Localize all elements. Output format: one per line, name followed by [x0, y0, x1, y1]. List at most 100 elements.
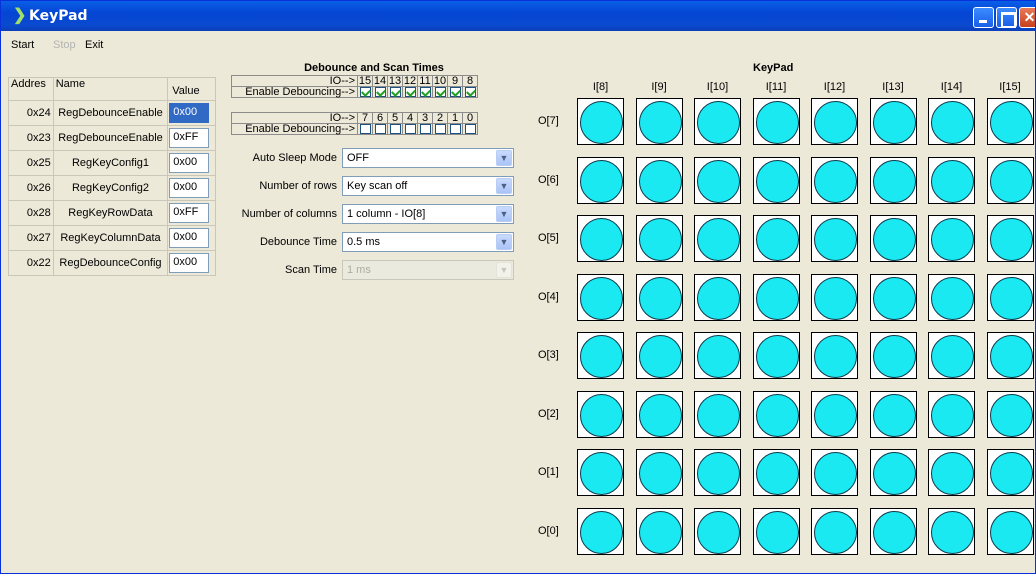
- row-value-field[interactable]: 0x00: [169, 153, 210, 173]
- keypad-key-button[interactable]: [986, 215, 1034, 262]
- keypad-key-button[interactable]: [869, 156, 917, 204]
- table-row[interactable]: 0x24 RegDebounceEnable 0x00: [8, 100, 216, 126]
- keypad-key-button[interactable]: [752, 273, 800, 321]
- debounce-enable-checkbox-io-6[interactable]: [374, 124, 386, 134]
- keypad-key-button[interactable]: [869, 215, 917, 262]
- keypad-key-button[interactable]: [577, 449, 624, 496]
- keypad-key-button[interactable]: [635, 332, 683, 379]
- keypad-key-button[interactable]: [635, 98, 683, 145]
- debounce-enable-checkbox-io-0[interactable]: [464, 124, 476, 134]
- keypad-key-button[interactable]: [928, 156, 975, 204]
- chevron-down-icon[interactable]: ▼: [496, 234, 512, 250]
- keypad-key-button[interactable]: [694, 273, 741, 321]
- table-row[interactable]: 0x27 RegKeyColumnData 0x00: [8, 225, 216, 251]
- keypad-key-button[interactable]: [577, 332, 624, 379]
- row-value-field[interactable]: 0x00: [169, 178, 210, 198]
- keypad-key-button[interactable]: [752, 507, 800, 555]
- keypad-key-button[interactable]: [752, 215, 800, 262]
- keypad-key-button[interactable]: [869, 273, 917, 321]
- chevron-down-icon[interactable]: ▼: [496, 150, 512, 166]
- keypad-key-button[interactable]: [811, 215, 858, 262]
- close-button[interactable]: ✕: [1019, 7, 1035, 28]
- row-value-field[interactable]: 0x00: [169, 228, 210, 248]
- keypad-key-button[interactable]: [811, 390, 858, 438]
- keypad-key-button[interactable]: [811, 332, 858, 379]
- keypad-key-button[interactable]: [635, 156, 683, 204]
- keypad-key-button[interactable]: [811, 449, 858, 496]
- table-row[interactable]: 0x25 RegKeyConfig1 0x00: [8, 150, 216, 176]
- debounce-enable-checkbox-io-3[interactable]: [419, 124, 431, 134]
- keypad-key-button[interactable]: [928, 332, 975, 379]
- debounce-enable-checkbox-io-1[interactable]: [449, 124, 461, 134]
- row-value-field[interactable]: 0x00: [169, 253, 210, 273]
- row-value-field[interactable]: 0x00: [169, 103, 210, 123]
- table-row[interactable]: 0x23 RegDebounceEnable 0xFF: [8, 125, 216, 151]
- menu-exit[interactable]: Exit: [85, 39, 103, 51]
- debounce-enable-checkbox-io-12[interactable]: [404, 87, 416, 97]
- keypad-key-button[interactable]: [869, 98, 917, 145]
- keypad-key-button[interactable]: [577, 98, 624, 145]
- debounce-enable-checkbox-io-2[interactable]: [434, 124, 446, 134]
- chevron-down-icon[interactable]: ▼: [496, 178, 512, 194]
- keypad-key-button[interactable]: [928, 507, 975, 555]
- chevron-down-icon[interactable]: ▼: [496, 206, 512, 222]
- debounce-enable-checkbox-io-10[interactable]: [434, 87, 446, 97]
- debounce-enable-checkbox-io-5[interactable]: [389, 124, 401, 134]
- auto-sleep-select[interactable]: OFF ▼: [342, 148, 514, 168]
- maximize-button[interactable]: [996, 7, 1017, 28]
- keypad-key-button[interactable]: [577, 215, 624, 262]
- keypad-key-button[interactable]: [635, 273, 683, 321]
- keypad-key-button[interactable]: [635, 507, 683, 555]
- keypad-key-button[interactable]: [869, 332, 917, 379]
- keypad-key-button[interactable]: [811, 273, 858, 321]
- row-value-field[interactable]: 0xFF: [169, 128, 210, 148]
- keypad-key-button[interactable]: [928, 273, 975, 321]
- menu-start[interactable]: Start: [11, 39, 34, 51]
- debounce-enable-checkbox-io-11[interactable]: [419, 87, 431, 97]
- debounce-enable-checkbox-io-15[interactable]: [359, 87, 371, 97]
- keypad-key-button[interactable]: [694, 98, 741, 145]
- keypad-key-button[interactable]: [577, 390, 624, 438]
- keypad-key-button[interactable]: [752, 390, 800, 438]
- row-value-field[interactable]: 0xFF: [169, 203, 210, 223]
- keypad-key-button[interactable]: [694, 215, 741, 262]
- debounce-enable-checkbox-io-7[interactable]: [359, 124, 371, 134]
- table-row[interactable]: 0x26 RegKeyConfig2 0x00: [8, 175, 216, 201]
- rows-select[interactable]: Key scan off ▼: [342, 176, 514, 196]
- debounce-enable-checkbox-io-4[interactable]: [404, 124, 416, 134]
- keypad-key-button[interactable]: [752, 156, 800, 204]
- keypad-key-button[interactable]: [928, 449, 975, 496]
- keypad-key-button[interactable]: [694, 156, 741, 204]
- debounce-enable-checkbox-io-13[interactable]: [389, 87, 401, 97]
- keypad-key-button[interactable]: [577, 273, 624, 321]
- keypad-key-button[interactable]: [811, 507, 858, 555]
- keypad-key-button[interactable]: [635, 390, 683, 438]
- keypad-key-button[interactable]: [811, 156, 858, 204]
- keypad-key-button[interactable]: [577, 507, 624, 555]
- keypad-key-button[interactable]: [928, 390, 975, 438]
- keypad-key-button[interactable]: [986, 507, 1034, 555]
- keypad-key-button[interactable]: [694, 390, 741, 438]
- keypad-key-button[interactable]: [928, 215, 975, 262]
- table-row[interactable]: 0x22 RegDebounceConfig 0x00: [8, 250, 216, 276]
- keypad-key-button[interactable]: [986, 390, 1034, 438]
- keypad-key-button[interactable]: [928, 98, 975, 145]
- keypad-key-button[interactable]: [694, 507, 741, 555]
- keypad-key-button[interactable]: [869, 507, 917, 555]
- debounce-enable-checkbox-io-14[interactable]: [374, 87, 386, 97]
- keypad-key-button[interactable]: [986, 98, 1034, 145]
- table-row[interactable]: 0x28 RegKeyRowData 0xFF: [8, 200, 216, 226]
- debounce-time-select[interactable]: 0.5 ms ▼: [342, 232, 514, 252]
- keypad-key-button[interactable]: [694, 449, 741, 496]
- keypad-key-button[interactable]: [869, 449, 917, 496]
- keypad-key-button[interactable]: [752, 449, 800, 496]
- keypad-key-button[interactable]: [986, 332, 1034, 379]
- minimize-button[interactable]: [973, 7, 994, 28]
- debounce-enable-checkbox-io-9[interactable]: [449, 87, 461, 97]
- keypad-key-button[interactable]: [869, 390, 917, 438]
- keypad-key-button[interactable]: [811, 98, 858, 145]
- columns-select[interactable]: 1 column - IO[8] ▼: [342, 204, 514, 224]
- keypad-key-button[interactable]: [635, 449, 683, 496]
- keypad-key-button[interactable]: [986, 449, 1034, 496]
- keypad-key-button[interactable]: [752, 98, 800, 145]
